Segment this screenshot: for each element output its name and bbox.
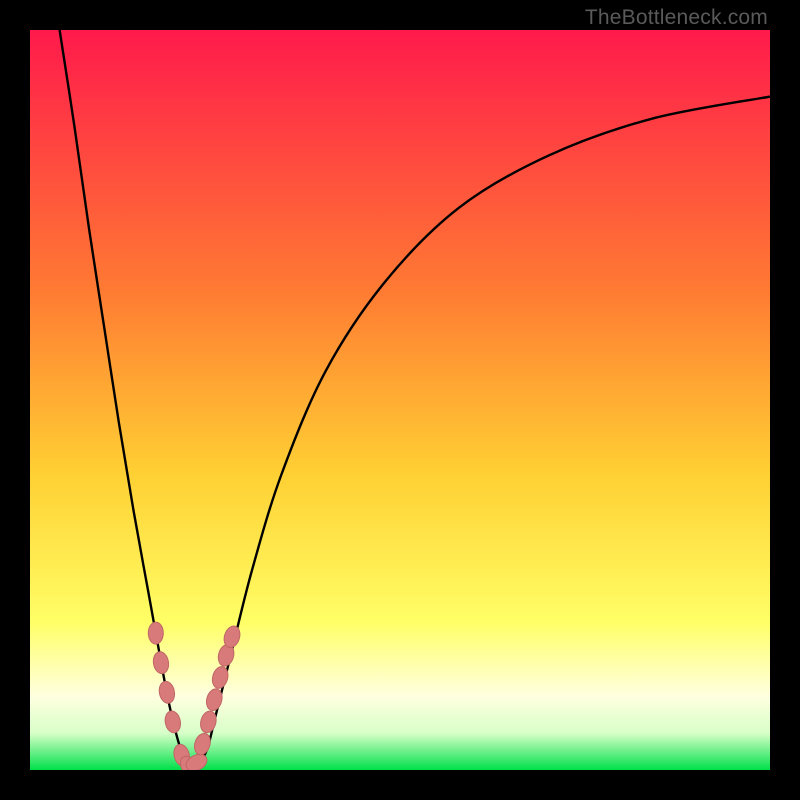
highlighted-points xyxy=(148,622,242,770)
marker xyxy=(157,680,176,705)
plot-area xyxy=(30,30,770,770)
curve-layer xyxy=(30,30,770,770)
marker xyxy=(148,622,163,644)
chart-frame: TheBottleneck.com xyxy=(0,0,800,800)
marker xyxy=(152,651,171,675)
watermark-text: TheBottleneck.com xyxy=(585,6,768,30)
marker xyxy=(163,710,182,735)
